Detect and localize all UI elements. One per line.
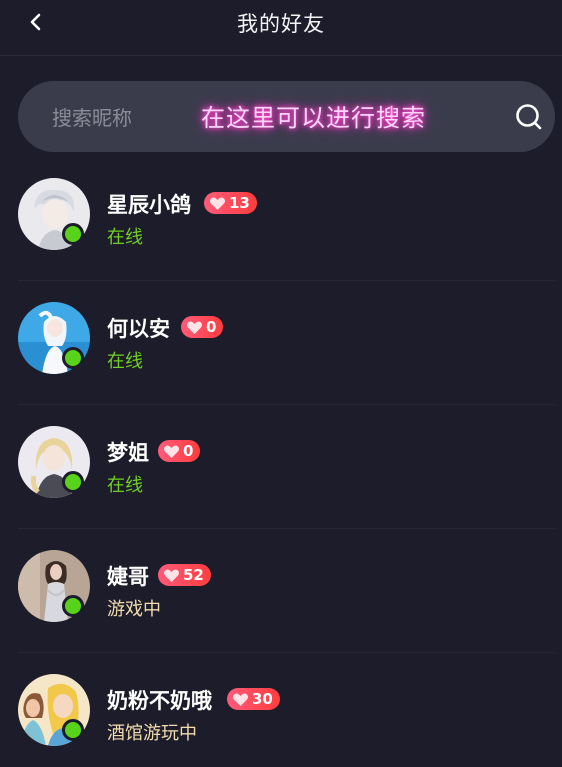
intimacy-badge: 30 <box>227 688 280 710</box>
online-status-dot <box>62 223 84 245</box>
page-title: 我的好友 <box>237 12 325 36</box>
heart-icon <box>187 321 202 334</box>
heart-icon <box>233 693 248 706</box>
friend-row[interactable]: 梦姐 0 在线 <box>18 404 555 529</box>
intimacy-badge: 0 <box>158 440 201 462</box>
intimacy-badge: 13 <box>204 192 257 214</box>
friend-name: 奶粉不奶哦 <box>107 689 212 713</box>
online-status-dot <box>62 719 84 741</box>
friend-name: 星辰小鸽 <box>107 193 191 217</box>
online-status-dot <box>62 595 84 617</box>
intimacy-count: 0 <box>206 318 217 336</box>
intimacy-count: 52 <box>183 566 204 584</box>
friend-status: 在线 <box>107 227 143 248</box>
intimacy-badge: 0 <box>181 316 224 338</box>
search-icon[interactable] <box>513 101 545 133</box>
header: 我的好友 <box>0 0 562 56</box>
heart-icon <box>164 569 179 582</box>
heart-icon <box>210 197 225 210</box>
friend-row[interactable]: 何以安 0 在线 <box>18 280 555 405</box>
search-bar: 在这里可以进行搜索 <box>18 81 555 152</box>
intimacy-badge: 52 <box>158 564 211 586</box>
friend-status: 游戏中 <box>107 599 161 620</box>
friend-row[interactable]: 星辰小鸽 13 在线 <box>18 156 555 281</box>
friend-name: 梦姐 <box>107 441 149 465</box>
intimacy-count: 30 <box>252 690 273 708</box>
friend-status: 酒馆游玩中 <box>107 723 197 744</box>
friend-name: 何以安 <box>107 317 170 341</box>
friends-page: 我的好友 在这里可以进行搜索 星辰小鸽 <box>0 0 562 767</box>
intimacy-count: 0 <box>183 442 194 460</box>
friend-status: 在线 <box>107 475 143 496</box>
search-input[interactable] <box>50 99 174 137</box>
heart-icon <box>164 445 179 458</box>
friend-row[interactable]: 婕哥 52 游戏中 <box>18 528 555 653</box>
intimacy-count: 13 <box>229 194 250 212</box>
search-hint: 在这里可以进行搜索 <box>201 104 426 132</box>
online-status-dot <box>62 347 84 369</box>
friend-row[interactable]: 奶粉不奶哦 30 酒馆游玩中 <box>18 652 555 767</box>
friend-status: 在线 <box>107 351 143 372</box>
friend-name: 婕哥 <box>107 565 149 589</box>
online-status-dot <box>62 471 84 493</box>
